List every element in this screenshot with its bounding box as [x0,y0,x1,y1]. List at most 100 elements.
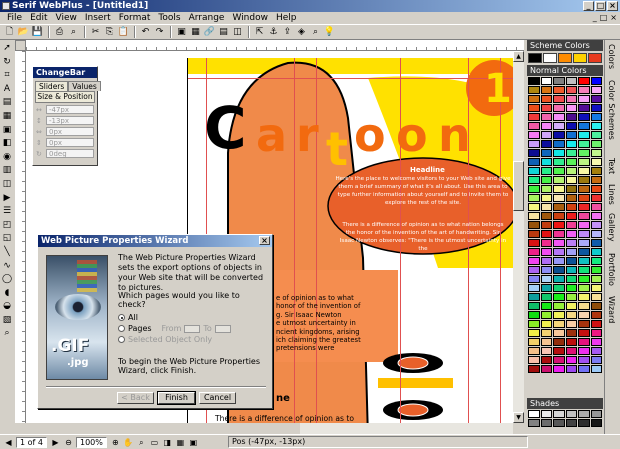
color-swatch[interactable] [578,194,590,202]
table-icon[interactable]: ▦ [189,26,202,39]
oval-intro-text[interactable]: Here's the place to welcome visitors to … [334,175,512,207]
color-swatch[interactable] [540,176,552,184]
color-swatch[interactable] [590,311,602,319]
shade-swatch[interactable] [565,419,577,427]
finish-button[interactable]: Finish [157,391,196,405]
radio-pages[interactable]: Pages From To [118,323,268,334]
color-swatch[interactable] [590,239,602,247]
color-swatch[interactable] [528,257,540,265]
color-swatch[interactable] [590,131,602,139]
color-swatch[interactable] [553,131,565,139]
color-swatch[interactable] [565,293,577,301]
shade-swatch[interactable] [528,410,540,418]
color-swatch[interactable] [578,131,590,139]
color-swatch[interactable] [553,149,565,157]
color-swatch[interactable] [528,149,540,157]
new-icon[interactable]: 🗋 [3,26,16,39]
preview-icon[interactable]: ⌕ [67,26,80,39]
master-page-icon[interactable]: ▣ [188,437,199,448]
color-swatch[interactable] [565,275,577,283]
color-swatch[interactable] [540,122,552,130]
width-field[interactable]: 0px [46,127,94,136]
color-swatch[interactable] [528,77,540,85]
color-swatch[interactable] [553,293,565,301]
color-swatch[interactable] [553,257,565,265]
zoom-tool-small-icon[interactable]: ⌕ [136,437,147,448]
color-swatch[interactable] [540,167,552,175]
color-swatch[interactable] [590,230,602,238]
color-swatch[interactable] [553,347,565,355]
orange-block-text[interactable]: e of opinion as to what honor of the inv… [276,294,396,353]
color-swatch[interactable] [528,104,540,112]
pointer-tool-icon[interactable]: ➚ [1,42,13,54]
color-swatch[interactable] [590,122,602,130]
color-swatch[interactable] [590,203,602,211]
picture-tool-icon[interactable]: ▣ [1,124,13,136]
color-swatch[interactable] [528,140,540,148]
radio-selected-object[interactable]: Selected Object Only [118,334,268,345]
color-swatch[interactable] [578,302,590,310]
undo-icon[interactable]: ↶ [139,26,152,39]
color-swatch[interactable] [553,284,565,292]
tab-gallery[interactable]: Gallery [607,213,616,242]
color-swatch[interactable] [590,293,602,301]
scheme-swatch[interactable] [543,53,557,63]
cut-icon[interactable]: ✂ [89,26,102,39]
color-swatch[interactable] [590,113,602,121]
color-swatch[interactable] [553,311,565,319]
color-swatch[interactable] [590,356,602,364]
color-swatch[interactable] [578,230,590,238]
color-swatch[interactable] [540,194,552,202]
color-swatch[interactable] [565,329,577,337]
hand-tool-icon[interactable]: ✋ [123,437,134,448]
color-swatch[interactable] [565,347,577,355]
color-swatch[interactable] [528,284,540,292]
color-swatch[interactable] [553,86,565,94]
picture-icon[interactable]: ▤ [217,26,230,39]
color-swatch[interactable] [540,257,552,265]
color-swatch[interactable] [578,104,590,112]
table-tool-icon[interactable]: ▦ [1,110,13,122]
color-swatch[interactable] [540,311,552,319]
hotspot-tool-icon[interactable]: ◉ [1,151,13,163]
scheme-swatch[interactable] [528,53,542,63]
color-swatch[interactable] [528,167,540,175]
tab-values[interactable]: Values [68,81,101,91]
color-swatch[interactable] [553,140,565,148]
color-swatch[interactable] [528,347,540,355]
color-swatch[interactable] [540,86,552,94]
color-swatch[interactable] [590,302,602,310]
text-tool-icon[interactable]: A [1,83,13,95]
scroll-up-arrow-icon[interactable]: ▲ [513,51,524,62]
zoom-tool-icon[interactable]: ⌕ [1,327,13,339]
vertical-scroll-thumb[interactable] [513,161,524,211]
color-swatch[interactable] [528,248,540,256]
cancel-button[interactable]: Cancel [199,392,236,404]
color-swatch[interactable] [553,212,565,220]
title-letter-r[interactable]: r [296,108,319,162]
color-swatch[interactable] [553,167,565,175]
color-swatch[interactable] [565,284,577,292]
color-swatch[interactable] [540,284,552,292]
color-swatch[interactable] [578,167,590,175]
color-swatch[interactable] [578,122,590,130]
color-swatch[interactable] [565,131,577,139]
color-swatch[interactable] [540,185,552,193]
color-swatch[interactable] [528,230,540,238]
print-icon[interactable]: ⎙ [53,26,66,39]
color-swatch[interactable] [565,185,577,193]
scroll-down-arrow-icon[interactable]: ▼ [513,412,524,423]
maximize-button[interactable]: □ [595,1,606,11]
color-swatch[interactable] [540,239,552,247]
color-swatch[interactable] [553,302,565,310]
menu-arrange[interactable]: Arrange [185,12,229,24]
title-letter-a[interactable]: a [256,108,287,162]
rotate-tool-icon[interactable]: ↻ [1,56,13,68]
color-swatch[interactable] [553,158,565,166]
radio-pages-indicator[interactable] [118,325,125,332]
color-swatch[interactable] [553,320,565,328]
height-field[interactable]: 0px [46,138,94,147]
color-swatch[interactable] [590,158,602,166]
y-position-field[interactable]: -13px [46,116,94,125]
page-view-icon[interactable]: ▭ [149,437,160,448]
